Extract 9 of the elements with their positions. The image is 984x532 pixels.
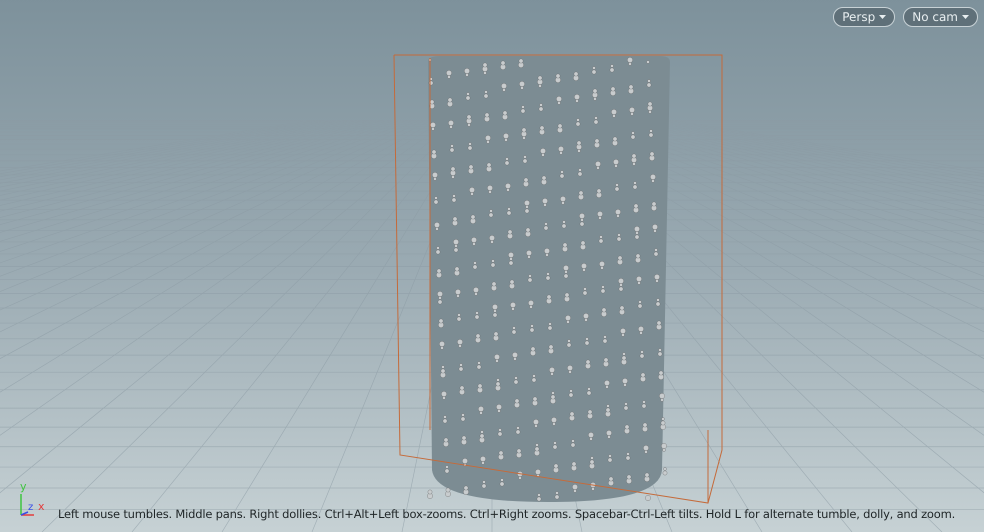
caret-icon bbox=[879, 15, 886, 19]
caret-icon bbox=[962, 15, 969, 19]
x-axis-label: x bbox=[38, 501, 45, 512]
z-axis-label: z bbox=[28, 503, 34, 513]
view-dropdown[interactable]: No cam bbox=[903, 7, 978, 27]
hint-text: Left mouse tumbles. Middle pans. Right dollies. Ctrl+Alt+Left box-zooms. Ctrl+Right zooms. Spacebar-Ctrl-Left tilts. Hold L for alternate tumble, dolly, and zoom. bbox=[58, 506, 956, 523]
y-axis-label: y bbox=[20, 481, 27, 492]
axis-gizmo-icon bbox=[20, 494, 34, 516]
view-dropdown[interactable]: Persp bbox=[833, 7, 896, 27]
